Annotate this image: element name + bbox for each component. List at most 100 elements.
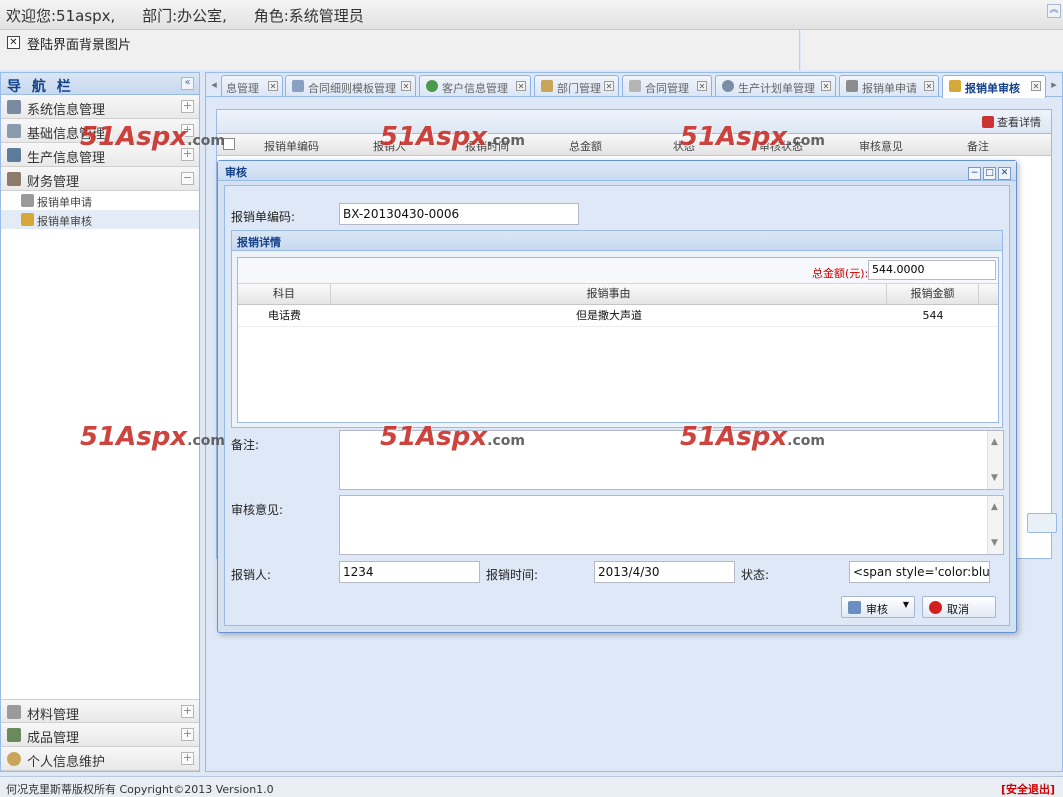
tab-label: 合同细则模板管理: [308, 82, 396, 95]
table-row[interactable]: 电话费 但是撒大声道 544: [238, 305, 998, 327]
audit-dialog: 审核 − □ ✕ 报销单编码: BX-20130430-0006 报销详情 总金额(…: [217, 160, 1017, 633]
view-detail-button[interactable]: 查看详情: [982, 114, 1041, 130]
column-header[interactable]: 备注: [967, 138, 989, 154]
close-icon[interactable]: ✕: [604, 81, 614, 91]
column-header[interactable]: 报销事由: [331, 284, 887, 305]
sidebar-item-finance[interactable]: 财务管理 −: [1, 167, 199, 191]
sidebar-item-personal-info[interactable]: 个人信息维护 +: [1, 747, 199, 771]
tab-label: 合同管理: [645, 82, 689, 95]
double-chevron-up-icon[interactable]: ︽: [1047, 4, 1061, 18]
tab-label: 生产计划单管理: [738, 82, 815, 95]
cancel-button[interactable]: 取消: [922, 596, 996, 618]
amount-cell: 544: [922, 309, 944, 322]
sidebar-subitem-expense-audit[interactable]: 报销单审核: [1, 210, 199, 229]
time-label: 报销时间:: [486, 568, 539, 582]
time-input[interactable]: 2013/4/30: [594, 561, 735, 583]
tab-label: 报销单申请: [862, 82, 917, 95]
close-icon[interactable]: ✕: [268, 81, 278, 91]
close-icon[interactable]: ✕: [821, 81, 831, 91]
sidebar-item-label: 系统信息管理: [27, 103, 106, 118]
collapse-sidebar-icon[interactable]: «: [181, 77, 194, 90]
tab-label: 息管理: [226, 82, 259, 95]
sidebar-title: 导 航 栏: [7, 79, 74, 95]
maximize-icon[interactable]: □: [983, 167, 996, 180]
tab-expense-audit[interactable]: 报销单审核 ✕: [942, 75, 1046, 98]
tab-expense-apply[interactable]: 报销单申请 ✕: [839, 75, 939, 96]
database-icon: [7, 124, 21, 138]
background-image-checkbox[interactable]: ✕: [7, 36, 20, 49]
opinion-label: 审核意见:: [231, 503, 284, 517]
tab-scroll-right-icon[interactable]: ▸: [1048, 77, 1060, 93]
grid-toolbar: 查看详情: [217, 110, 1051, 134]
tab-scroll-left-icon[interactable]: ◂: [208, 77, 220, 93]
tab-contract[interactable]: 合同管理 ✕: [622, 75, 712, 96]
scrollbar[interactable]: ▲ ▼: [987, 496, 1003, 554]
audit-button[interactable]: 审核 ▼: [841, 596, 915, 618]
opinion-textarea[interactable]: ▲ ▼: [339, 495, 1004, 555]
user-edit-icon: [21, 194, 34, 207]
sidebar-subitem-expense-apply[interactable]: 报销单申请: [1, 191, 199, 210]
background-image-label: 登陆界面背景图片: [27, 38, 132, 53]
welcome-user: 欢迎您:51aspx,: [6, 7, 116, 25]
reason-cell: 但是撒大声道: [576, 309, 642, 322]
column-header[interactable]: 报销金额: [887, 284, 979, 305]
sidebar-bottom-groups: 材料管理 + 成品管理 + 个人信息维护 +: [1, 699, 199, 771]
status-label: 状态:: [741, 568, 770, 582]
scroll-down-icon[interactable]: ▼: [991, 473, 998, 483]
sidebar-item-label: 成品管理: [27, 731, 80, 746]
scrollbar[interactable]: ▲ ▼: [987, 431, 1003, 489]
gear-icon: [722, 80, 734, 92]
logout-link[interactable]: [安全退出]: [1001, 781, 1055, 797]
tab-production-plan[interactable]: 生产计划单管理 ✕: [715, 75, 836, 96]
column-header[interactable]: 科目: [238, 284, 331, 305]
close-icon[interactable]: ✕: [697, 81, 707, 91]
gear-icon: [7, 752, 21, 766]
scroll-down-icon[interactable]: ▼: [991, 538, 998, 548]
sidebar-item-label: 财务管理: [27, 175, 80, 190]
watermark-logo: 51Aspx.com: [80, 422, 225, 452]
column-header[interactable]: 总金额: [569, 138, 602, 154]
pager-button[interactable]: [1027, 513, 1057, 533]
sidebar-item-materials[interactable]: 材料管理 +: [1, 699, 199, 723]
close-icon[interactable]: ✕: [924, 81, 934, 91]
tab-contract-template[interactable]: 合同细则模板管理 ✕: [285, 75, 416, 96]
scroll-up-icon[interactable]: ▲: [991, 437, 998, 447]
computer-icon: [7, 100, 21, 114]
close-icon[interactable]: ✕: [401, 81, 411, 91]
code-input[interactable]: BX-20130430-0006: [339, 203, 579, 225]
close-icon[interactable]: ✕: [998, 167, 1011, 180]
tab-customer-info[interactable]: 客户信息管理 ✕: [419, 75, 531, 96]
welcome-role: 角色:系统管理员: [253, 7, 364, 25]
expand-icon[interactable]: +: [181, 752, 194, 765]
sidebar-item-products[interactable]: 成品管理 +: [1, 723, 199, 747]
scroll-up-icon[interactable]: ▲: [991, 502, 998, 512]
remark-label: 备注:: [231, 438, 260, 452]
user-icon: [7, 172, 21, 186]
dialog-window-buttons: − □ ✕: [966, 164, 1011, 180]
box-icon: [541, 80, 553, 92]
tab-department[interactable]: 部门管理 ✕: [534, 75, 619, 96]
pen-icon: [7, 728, 21, 742]
tab-info-management[interactable]: 息管理 ✕: [221, 75, 283, 96]
top-header: 欢迎您:51aspx, 部门:办公室, 角色:系统管理员 ︽: [0, 0, 1063, 30]
expense-detail-grid: 总金额(元): 544.0000 科目 报销事由 报销金额 电话费 但是撒大声道…: [237, 257, 999, 423]
watermark-logo: 51Aspx.com: [680, 422, 825, 452]
sidebar-item-system-info[interactable]: 系统信息管理 +: [1, 95, 199, 119]
expand-icon[interactable]: +: [181, 705, 194, 718]
expand-icon[interactable]: +: [181, 100, 194, 113]
refresh-icon: [426, 80, 438, 92]
footer: 何况克里斯蒂版权所有 Copyright©2013 Version1.0 [安全…: [0, 776, 1063, 797]
status-input[interactable]: <span style='color:blue'>: [849, 561, 990, 583]
sidebar-item-label: 材料管理: [27, 708, 80, 723]
person-input[interactable]: 1234: [339, 561, 480, 583]
minimize-icon[interactable]: −: [968, 167, 981, 180]
collapse-icon[interactable]: −: [181, 172, 194, 185]
header-right-blank: [801, 30, 1063, 70]
column-header[interactable]: 审核意见: [859, 138, 903, 154]
close-icon[interactable]: ✕: [1031, 81, 1041, 91]
total-amount-input[interactable]: 544.0000: [868, 260, 996, 280]
expand-icon[interactable]: +: [181, 728, 194, 741]
column-header[interactable]: 报销单编码: [264, 138, 319, 154]
close-icon[interactable]: ✕: [516, 81, 526, 91]
box-icon: [629, 80, 641, 92]
